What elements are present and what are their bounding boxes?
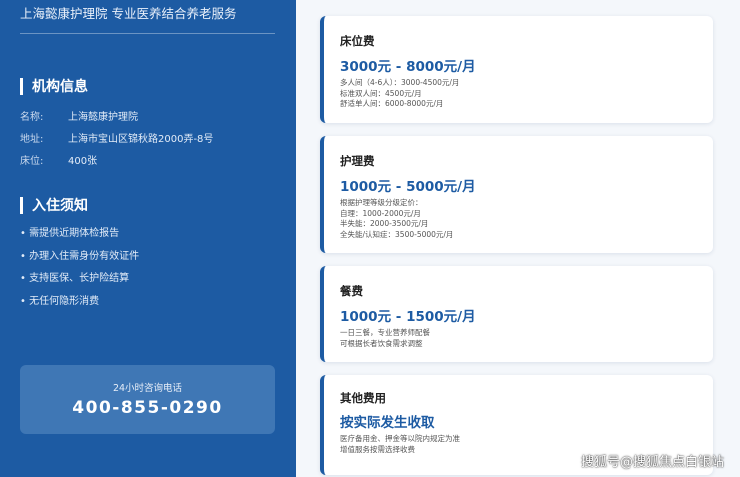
description-line: 可根据长者饮食需求调整 <box>340 338 423 348</box>
notice-section-title: 入住须知 <box>32 198 88 214</box>
info-row-name: 名称: 上海懿康护理院 <box>20 108 138 123</box>
card-description: 一日三餐，专业营养师配餐 可根据长者饮食需求调整 <box>340 328 713 349</box>
description-line: 根据护理等级分级定价： <box>340 198 423 207</box>
fee-card-bed: 床位费 3000元 - 8000元/月 多人间（4-6人）：3000-4500元… <box>320 16 713 123</box>
fee-card-nursing: 护理费 1000元 - 5000元/月 根据护理等级分级定价： 自理：1000-… <box>320 136 713 253</box>
info-value: 400张 <box>68 156 98 167</box>
card-title: 护理费 <box>340 154 375 168</box>
divider <box>20 33 275 34</box>
hotline-number[interactable]: 400-855-0290 <box>20 398 275 418</box>
notice-list: • 需提供近期体检报告 • 办理入住需身份有效证件 • 支持医保、长护险结算 •… <box>20 227 139 317</box>
list-item: • 无任何隐形消费 <box>20 295 100 307</box>
description-line: 自理：1000-2000元/月 <box>340 208 421 218</box>
info-label: 名称: <box>20 112 44 123</box>
description-line: 一日三餐，专业营养师配餐 <box>340 328 430 337</box>
card-price: 3000元 - 8000元/月 <box>340 59 476 75</box>
info-section-title: 机构信息 <box>32 79 88 95</box>
heading-accent-bar <box>20 77 23 95</box>
description-line: 全失能/认知症：3500-5000元/月 <box>340 229 454 239</box>
description-line: 舒适单人间：6000-8000元/月 <box>340 99 444 108</box>
heading-accent-bar <box>20 196 23 214</box>
sidebar: 上海懿康护理院 专业医养结合养老服务 机构信息 名称: 上海懿康护理院 地址: … <box>0 0 296 477</box>
info-label: 地址: <box>20 134 44 145</box>
card-description: 多人间（4-6人）：3000-4500元/月 标准双人间：4500元/月 舒适单… <box>340 78 713 110</box>
info-label: 床位: <box>20 156 44 167</box>
card-title: 床位费 <box>340 34 375 48</box>
card-price: 1000元 - 1500元/月 <box>340 309 476 325</box>
info-section-heading: 机构信息 <box>20 76 88 96</box>
card-price: 按实际发生收取 <box>340 415 435 431</box>
card-price: 1000元 - 5000元/月 <box>340 179 476 195</box>
brand-title: 上海懿康护理院 专业医养结合养老服务 <box>20 6 237 21</box>
hotline-label: 24小时咨询电话 <box>112 383 183 394</box>
list-item: • 需提供近期体检报告 <box>20 228 120 239</box>
notice-section-heading: 入住须知 <box>20 195 88 215</box>
hotline-box[interactable]: 24小时咨询电话 400-855-0290 <box>20 365 275 434</box>
info-value: 上海市宝山区锦秋路2000弄-8号 <box>68 134 214 145</box>
watermark: 搜狐号@搜狐焦点白银站 <box>580 455 724 470</box>
info-row-address: 地址: 上海市宝山区锦秋路2000弄-8号 <box>20 130 213 145</box>
description-line: 多人间（4-6人）：3000-4500元/月 <box>340 78 460 87</box>
card-description: 根据护理等级分级定价： 自理：1000-2000元/月 半失能：2000-350… <box>340 198 713 240</box>
info-row-beds: 床位: 400张 <box>20 152 97 167</box>
description-line: 标准双人间：4500元/月 <box>340 88 422 98</box>
info-value: 上海懿康护理院 <box>68 112 138 123</box>
description-line: 半失能：2000-3500元/月 <box>340 219 429 228</box>
description-line: 医疗备用金、押金等以院内规定为准 <box>340 434 460 443</box>
list-item: • 支持医保、长护险结算 <box>20 273 130 284</box>
card-title: 其他费用 <box>340 391 386 405</box>
card-title: 餐费 <box>340 284 363 298</box>
list-item: • 办理入住需身份有效证件 <box>20 250 140 262</box>
fee-card-meals: 餐费 1000元 - 1500元/月 一日三餐，专业营养师配餐 可根据长者饮食需… <box>320 266 713 362</box>
